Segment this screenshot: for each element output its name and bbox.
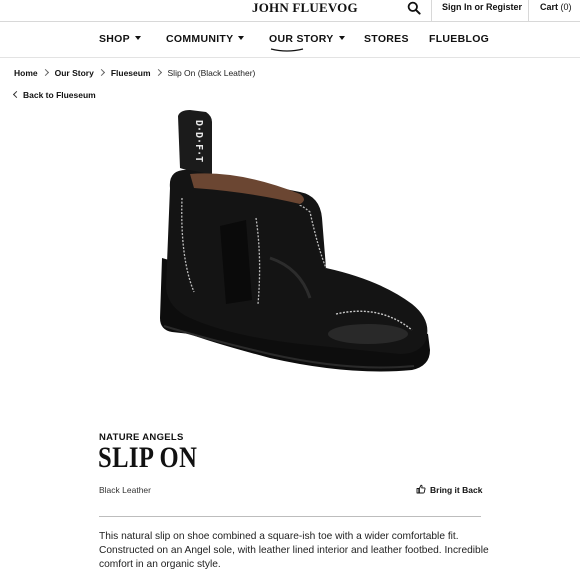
caret-down-icon (238, 36, 245, 40)
nav-label: COMMUNITY (166, 33, 234, 45)
chevron-right-icon (97, 68, 105, 77)
nav-label: SHOP (99, 33, 130, 45)
caret-down-icon (134, 36, 141, 40)
active-underline (270, 48, 304, 52)
back-to-flueseum-link[interactable]: Back to Flueseum (12, 90, 96, 100)
nav-label: OUR STORY (269, 33, 334, 45)
product-description: This natural slip on shoe combined a squ… (99, 531, 489, 570)
product-variant: Black Leather (99, 485, 151, 495)
sign-in-link[interactable]: Sign In or Register (442, 2, 522, 12)
nav-flueblog[interactable]: FLUEBLOG (429, 33, 489, 45)
nav-label: STORES (364, 33, 409, 45)
caret-down-icon (338, 36, 345, 40)
bring-it-back-label: Bring it Back (430, 485, 483, 495)
back-link-label: Back to Flueseum (23, 90, 96, 100)
cart-count: (0) (560, 2, 572, 12)
breadcrumb-current: Slip On (Black Leather) (167, 68, 256, 78)
bring-it-back-button[interactable]: Bring it Back (416, 484, 482, 495)
nav-our-story[interactable]: OUR STORY (269, 33, 345, 52)
chevron-left-icon (12, 90, 21, 99)
section-divider (99, 516, 481, 517)
search-icon[interactable] (407, 1, 421, 15)
brand-logo[interactable]: JOHN FLUEVOG (252, 0, 358, 16)
chevron-right-icon (41, 68, 49, 77)
cart-label: Cart (540, 2, 559, 12)
product-image: D·D·F·T (160, 110, 430, 372)
nav-stores[interactable]: STORES (364, 33, 409, 45)
thumbs-up-icon (416, 484, 426, 494)
nav-label: FLUEBLOG (429, 33, 490, 45)
breadcrumb-our-story[interactable]: Our Story (55, 68, 94, 78)
product-title: SLIP ON (98, 441, 198, 474)
breadcrumb: Home Our Story Flueseum Slip On (Black Leat… (14, 68, 255, 78)
header-divider (528, 0, 529, 22)
breadcrumb-flueseum[interactable]: Flueseum (111, 68, 151, 78)
pull-tab-text: D·D·F·T (193, 120, 204, 162)
header-divider (431, 0, 432, 22)
cart-link[interactable]: Cart (0) (540, 2, 572, 12)
nav-community[interactable]: COMMUNITY (166, 33, 245, 45)
breadcrumb-home[interactable]: Home (14, 68, 38, 78)
nav-shop[interactable]: SHOP (99, 33, 141, 45)
top-bar: JOHN FLUEVOG Sign In or Register Cart (0… (0, 0, 580, 22)
chevron-right-icon (154, 68, 162, 77)
main-nav: SHOP COMMUNITY OUR STORY STORES FLUEBLOG (0, 22, 580, 58)
